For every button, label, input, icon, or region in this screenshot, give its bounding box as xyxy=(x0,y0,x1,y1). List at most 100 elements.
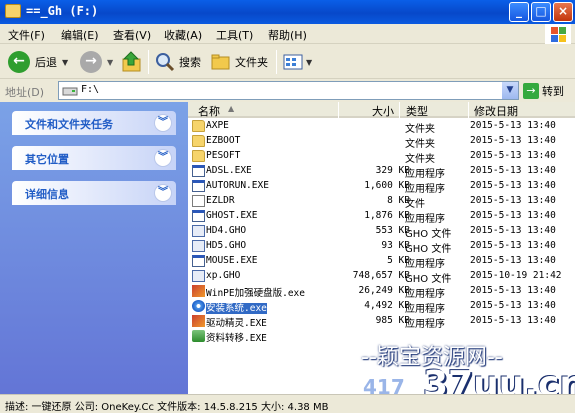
folders-button[interactable]: 文件夹 xyxy=(211,49,268,75)
task-section-file-folder[interactable]: 文件和文件夹任务 ︾ xyxy=(12,111,176,135)
task-section-other-places[interactable]: 其它位置 ︾ xyxy=(12,146,176,170)
exe-icon xyxy=(192,180,205,192)
drive-icon xyxy=(5,4,21,18)
file-name: 资料转移.EXE xyxy=(206,333,267,344)
chevron-down-icon[interactable]: ︾ xyxy=(154,149,172,167)
back-dropdown-icon[interactable]: ▼ xyxy=(62,58,68,67)
forward-button[interactable]: → ▼ xyxy=(80,49,113,75)
file-name: AXPE xyxy=(206,120,229,131)
minimize-button[interactable]: _ xyxy=(509,2,529,22)
search-button[interactable]: 搜索 xyxy=(155,49,201,75)
column-header-type[interactable]: 类型 xyxy=(400,102,468,118)
up-folder-icon xyxy=(122,51,141,72)
address-dropdown-icon[interactable]: ▼ xyxy=(502,82,518,99)
toolbar-separator xyxy=(276,50,277,74)
column-header-label: 大小 xyxy=(372,105,394,118)
back-label: 后退 xyxy=(35,56,57,69)
file-icon xyxy=(192,195,205,207)
chevron-down-icon[interactable]: ︾ xyxy=(154,114,172,132)
forward-dropdown-icon[interactable]: ▼ xyxy=(107,58,113,67)
file-name: EZLDR xyxy=(206,195,235,206)
file-type: 文件夹 xyxy=(405,154,435,165)
close-button[interactable]: × xyxy=(553,2,573,22)
install-disk-icon xyxy=(192,300,205,312)
winpe-tool-icon xyxy=(192,285,205,297)
address-value: F:\ xyxy=(81,84,100,95)
forward-arrow-icon: → xyxy=(80,51,102,73)
task-pane: 文件和文件夹任务 ︾ 其它位置 ︾ 详细信息 ︾ xyxy=(0,102,188,394)
menu-help[interactable]: 帮助(H) xyxy=(268,27,307,43)
menu-view[interactable]: 查看(V) xyxy=(113,27,151,43)
file-modified: 2015-5-13 13:40 xyxy=(470,315,556,326)
file-name: GHOST.EXE xyxy=(206,210,258,221)
menu-favorites[interactable]: 收藏(A) xyxy=(164,27,202,43)
file-row[interactable]: PESOFT 文件夹 2015-5-13 13:40 xyxy=(188,149,575,165)
exe-icon xyxy=(192,210,205,222)
file-modified: 2015-5-13 13:40 xyxy=(470,135,556,146)
back-button[interactable]: ← 后退 ▼ xyxy=(8,49,68,75)
driver-tool-icon xyxy=(192,315,205,327)
task-section-label: 其它位置 xyxy=(25,153,69,166)
column-header-modified[interactable]: 修改日期 xyxy=(469,102,575,118)
file-type: 应用程序 xyxy=(405,259,445,270)
file-row[interactable]: MOUSE.EXE 5 KB 应用程序 2015-5-13 13:40 xyxy=(188,254,575,270)
file-row[interactable]: HD4.GHO 553 KB GHO 文件 2015-5-13 13:40 xyxy=(188,224,575,240)
file-modified: 2015-5-13 13:40 xyxy=(470,285,556,296)
file-modified: 2015-5-13 13:40 xyxy=(470,195,556,206)
file-name: HD5.GHO xyxy=(206,240,247,251)
file-row[interactable]: 驱动精灵.EXE 985 KB 应用程序 2015-5-13 13:40 xyxy=(188,314,575,330)
task-section-details[interactable]: 详细信息 ︾ xyxy=(12,181,176,205)
file-type: 应用程序 xyxy=(405,169,445,180)
chevron-down-icon[interactable]: ︾ xyxy=(154,184,172,202)
column-header-size[interactable]: 大小 xyxy=(339,102,399,118)
file-modified: 2015-5-13 13:40 xyxy=(470,165,556,176)
go-label: 转到 xyxy=(542,85,564,98)
status-text: 描述: 一键还原 公司: OneKey.Cc 文件版本: 14.5.8.215 … xyxy=(5,402,329,413)
file-name: 驱动精灵.EXE xyxy=(206,318,267,329)
menu-edit[interactable]: 编辑(E) xyxy=(61,27,99,43)
file-size: 4,492 KB xyxy=(364,300,410,311)
file-row[interactable]: HD5.GHO 93 KB GHO 文件 2015-5-13 13:40 xyxy=(188,239,575,255)
toolbar-separator xyxy=(148,50,149,74)
file-name: WinPE加强硬盘版.exe xyxy=(206,288,305,299)
file-modified: 2015-5-13 13:40 xyxy=(470,180,556,191)
file-row[interactable]: EZLDR 8 KB 文件 2015-5-13 13:40 xyxy=(188,194,575,210)
address-input[interactable]: F:\ ▼ xyxy=(58,81,519,100)
address-bar: 地址(D) F:\ ▼ → 转到 xyxy=(0,80,575,102)
search-icon xyxy=(156,53,175,72)
views-button[interactable]: ▼ xyxy=(283,49,312,75)
file-size: 1,876 KB xyxy=(364,210,410,221)
window-title: ==_Gh (F:) xyxy=(26,4,99,18)
menu-file[interactable]: 文件(F) xyxy=(8,27,45,43)
data-transfer-icon xyxy=(192,330,205,342)
folder-icon xyxy=(192,150,205,162)
file-size: 26,249 KB xyxy=(358,285,410,296)
back-arrow-icon: ← xyxy=(8,51,30,73)
up-folder-button[interactable] xyxy=(120,49,144,75)
file-row[interactable]: EZBOOT 文件夹 2015-5-13 13:40 xyxy=(188,134,575,150)
file-row-selected[interactable]: 安装系统.exe 4,492 KB 应用程序 2015-5-13 13:40 xyxy=(188,299,575,315)
file-modified: 2015-5-13 13:40 xyxy=(470,225,556,236)
go-arrow-icon: → xyxy=(523,83,539,99)
file-row[interactable]: WinPE加强硬盘版.exe 26,249 KB 应用程序 2015-5-13 … xyxy=(188,284,575,300)
file-row[interactable]: AUTORUN.EXE 1,600 KB 应用程序 2015-5-13 13:4… xyxy=(188,179,575,195)
file-type: 应用程序 xyxy=(405,184,445,195)
file-type: GHO 文件 xyxy=(405,274,452,285)
file-name: HD4.GHO xyxy=(206,225,247,236)
search-label: 搜索 xyxy=(179,56,201,69)
gho-file-icon xyxy=(192,225,205,237)
drive-icon xyxy=(62,87,78,96)
file-row[interactable]: AXPE 文件夹 2015-5-13 13:40 xyxy=(188,119,575,135)
column-header-name[interactable]: 名称 ▲ xyxy=(188,102,338,118)
maximize-button[interactable]: □ xyxy=(531,2,551,22)
file-modified: 2015-5-13 13:40 xyxy=(470,240,556,251)
title-bar[interactable]: ==_Gh (F:) _ □ × xyxy=(0,0,575,24)
menu-tools[interactable]: 工具(T) xyxy=(216,27,253,43)
file-row[interactable]: ADSL.EXE 329 KB 应用程序 2015-5-13 13:40 xyxy=(188,164,575,180)
file-row[interactable]: GHOST.EXE 1,876 KB 应用程序 2015-5-13 13:40 xyxy=(188,209,575,225)
file-name: PESOFT xyxy=(206,150,241,161)
file-type: 文件 xyxy=(405,199,425,210)
go-button[interactable]: → 转到 xyxy=(523,82,564,100)
file-row[interactable]: xp.GHO 748,657 KB GHO 文件 2015-10-19 21:4… xyxy=(188,269,575,285)
file-modified: 2015-5-13 13:40 xyxy=(470,255,556,266)
